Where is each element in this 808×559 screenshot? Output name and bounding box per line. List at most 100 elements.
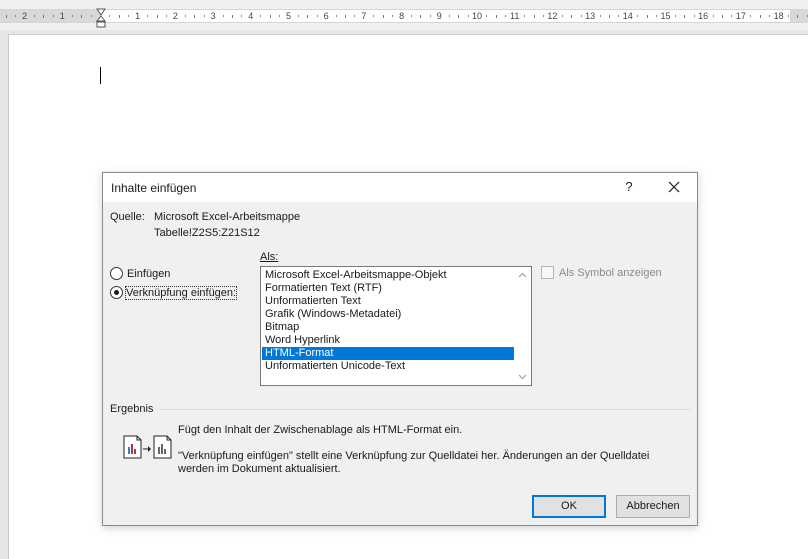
ruler-half-tick [307,15,309,18]
as-label: Als: [260,251,279,263]
ruler-number: 11 [510,11,520,21]
display-as-icon-label: Als Symbol anzeigen [559,267,662,279]
paste-link-radio[interactable] [110,286,123,299]
paste-special-dialog: Inhalte einfügen ? Quelle: Microsoft Exc… [102,172,698,526]
ruler-quarter-tick [769,15,771,17]
ruler-half-tick [420,15,422,18]
paste-radio[interactable] [110,267,123,280]
result-description-1: Fügt den Inhalt der Zwischenablage als H… [178,424,463,436]
ruler-quarter-tick [297,15,299,17]
ruler-half-tick [533,15,535,18]
ruler-number: 17 [735,11,746,21]
ruler-quarter-tick [222,15,224,17]
ruler-quarter-tick [693,15,695,17]
ruler-quarter-tick [71,15,73,17]
ruler-quarter-tick [750,15,752,17]
ruler-quarter-tick [52,15,54,17]
ruler-quarter-tick [618,15,620,17]
indent-marker-icon[interactable] [96,6,106,28]
ruler-quarter-tick [656,15,658,17]
ruler-quarter-tick [354,15,356,17]
format-item-html[interactable]: HTML-Format [262,347,514,360]
format-item-metafile[interactable]: Grafik (Windows-Metadatei) [262,308,514,321]
ruler-number: 7 [361,11,367,21]
source-name: Microsoft Excel-Arbeitsmappe [154,211,301,223]
ruler-quarter-tick [542,15,544,17]
ruler-number: 2 [22,11,28,21]
ruler-quarter-tick [279,15,281,17]
ruler-quarter-tick [90,15,92,17]
close-icon[interactable] [661,175,687,199]
ruler-number: 14 [622,11,633,21]
format-item-unicode-text[interactable]: Unformatierten Unicode-Text [262,360,514,373]
ruler-quarter-tick [561,15,563,17]
ruler-number: 9 [436,11,442,21]
ruler-number: 18 [773,11,784,21]
ruler-quarter-tick [505,15,507,17]
ruler-half-tick [81,15,83,18]
display-as-icon-checkbox[interactable] [541,266,554,279]
ruler-quarter-tick [486,15,488,17]
format-item-bitmap[interactable]: Bitmap [262,321,514,334]
ruler-quarter-tick [392,15,394,17]
ruler-number: 12 [547,11,558,21]
ruler-half-tick [646,15,648,18]
dialog-title: Inhalte einfügen [111,181,197,195]
ruler-half-tick [43,15,45,18]
ruler-number: 3 [210,11,216,21]
format-item-hyperlink[interactable]: Word Hyperlink [262,334,514,347]
listbox-scrollbar[interactable] [514,267,531,385]
ruler-half-tick [269,15,271,18]
ruler-half-tick [759,15,761,18]
ruler-number: 5 [285,11,292,21]
ruler-half-tick [608,15,610,18]
ruler-quarter-tick [184,15,186,17]
ruler-number: 6 [323,11,329,21]
source-label: Quelle: [110,211,145,223]
ruler-half-tick [458,15,460,18]
ruler-quarter-tick [373,15,375,17]
format-item-excel-object[interactable]: Microsoft Excel-Arbeitsmappe-Objekt [262,269,514,282]
paste-link-radio-label[interactable]: Verknüpfung einfügen: [124,286,238,300]
ruler-half-tick [495,15,497,18]
ruler-quarter-tick [712,15,714,17]
ruler-quarter-tick [580,15,582,17]
ok-button[interactable]: OK [532,495,606,518]
ruler-half-tick [345,15,347,18]
ruler-quarter-tick [467,15,469,17]
cancel-button[interactable]: Abbrechen [616,495,690,518]
ruler-quarter-tick [15,15,17,17]
format-item-rtf[interactable]: Formatierten Text (RTF) [262,282,514,295]
ruler-number: 10 [471,11,483,21]
result-description-3: werden im Dokument aktualisiert. [178,463,341,475]
ruler-quarter-tick [128,15,130,17]
ruler-quarter-tick [335,15,337,17]
result-description-2: "Verknüpfung einfügen" stellt eine Verkn… [178,450,650,462]
ruler-quarter-tick [241,15,243,17]
ruler-quarter-tick [429,15,431,17]
ruler-half-tick [382,15,384,18]
ruler-quarter-tick [411,15,413,17]
ruler-half-tick [194,15,196,18]
paste-radio-label[interactable]: Einfügen [127,268,170,280]
scroll-up-icon[interactable] [514,267,531,284]
horizontal-ruler: 2 1 1 2 3 4 5 6 7 8 9 10 11 12 13 14 15 16 17 18 [0,0,808,30]
format-item-plain-text[interactable]: Unformatierten Text [262,295,514,308]
ruler-half-tick [684,15,686,18]
ruler-number: 1 [135,11,141,21]
ruler-half-tick [722,15,724,18]
ruler-quarter-tick [109,15,111,17]
scroll-down-icon[interactable] [514,368,531,385]
ruler-quarter-tick [316,15,318,17]
ruler-quarter-tick [637,15,639,17]
format-listbox[interactable]: Microsoft Excel-Arbeitsmappe-Objekt Form… [260,266,532,386]
ruler-quarter-tick [448,15,450,17]
ruler-number: 8 [399,11,405,21]
result-group-divider [159,409,691,410]
ruler-half-tick [797,15,799,18]
ruler-quarter-tick [788,15,790,17]
ruler-half-tick [5,15,7,18]
ruler-bar: 2 1 1 2 3 4 5 6 7 8 9 10 11 12 13 14 15 16 17 18 [0,9,808,23]
ruler-half-tick [118,15,120,18]
help-button[interactable]: ? [617,175,641,199]
